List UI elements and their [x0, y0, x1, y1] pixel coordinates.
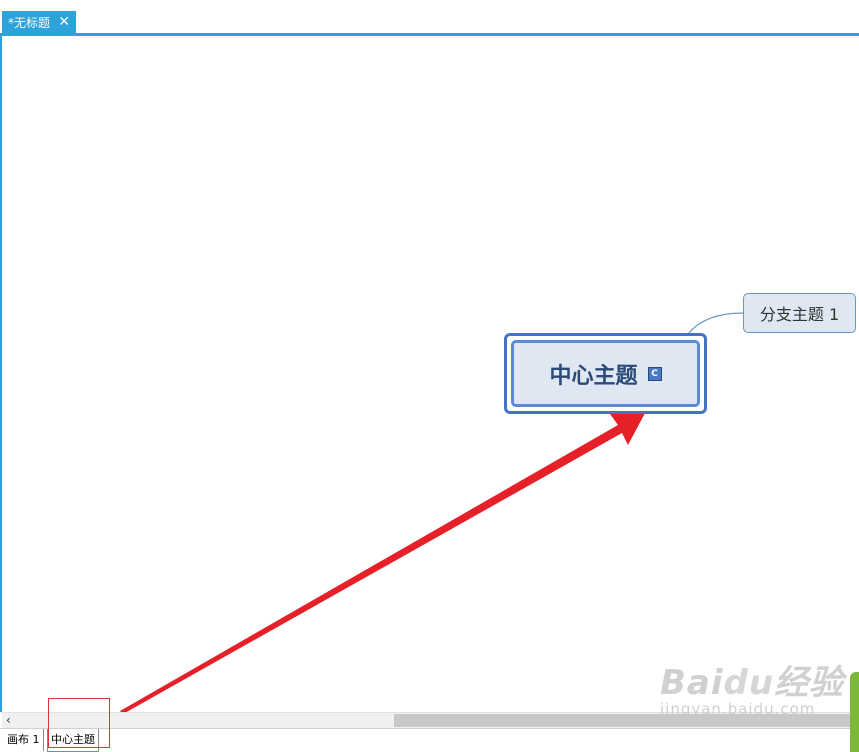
tab-title: *无标题 [8, 15, 51, 30]
close-icon[interactable]: ✕ [58, 13, 70, 31]
central-topic[interactable]: 中心主题 C [504, 333, 707, 414]
central-topic-label: 中心主题 [549, 363, 638, 389]
baidu-jingyan-watermark: Baidu经验 jingyan.baidu.com [660, 655, 844, 718]
central-topic-body: 中心主题 C [511, 340, 700, 407]
annotation-highlight-box [48, 698, 110, 748]
mindmap-canvas[interactable] [0, 36, 859, 712]
corner-badge [850, 672, 859, 752]
sheet-tab-bar: 画布 1 中心主题 [0, 728, 859, 752]
watermark-logo: Baidu经验 [660, 663, 845, 703]
branch-topic-label: 分支主题 1 [759, 305, 840, 324]
topic-marker-icon[interactable]: C [647, 366, 662, 381]
scroll-left-arrow-icon[interactable]: ‹ [6, 713, 11, 727]
tab-untitled[interactable]: *无标题 ✕ [2, 11, 76, 33]
tab-bar: *无标题 ✕ [0, 0, 859, 36]
branch-topic-1[interactable]: 分支主题 1 [743, 293, 856, 333]
sheet-tab-canvas-1[interactable]: 画布 1 [4, 729, 44, 751]
